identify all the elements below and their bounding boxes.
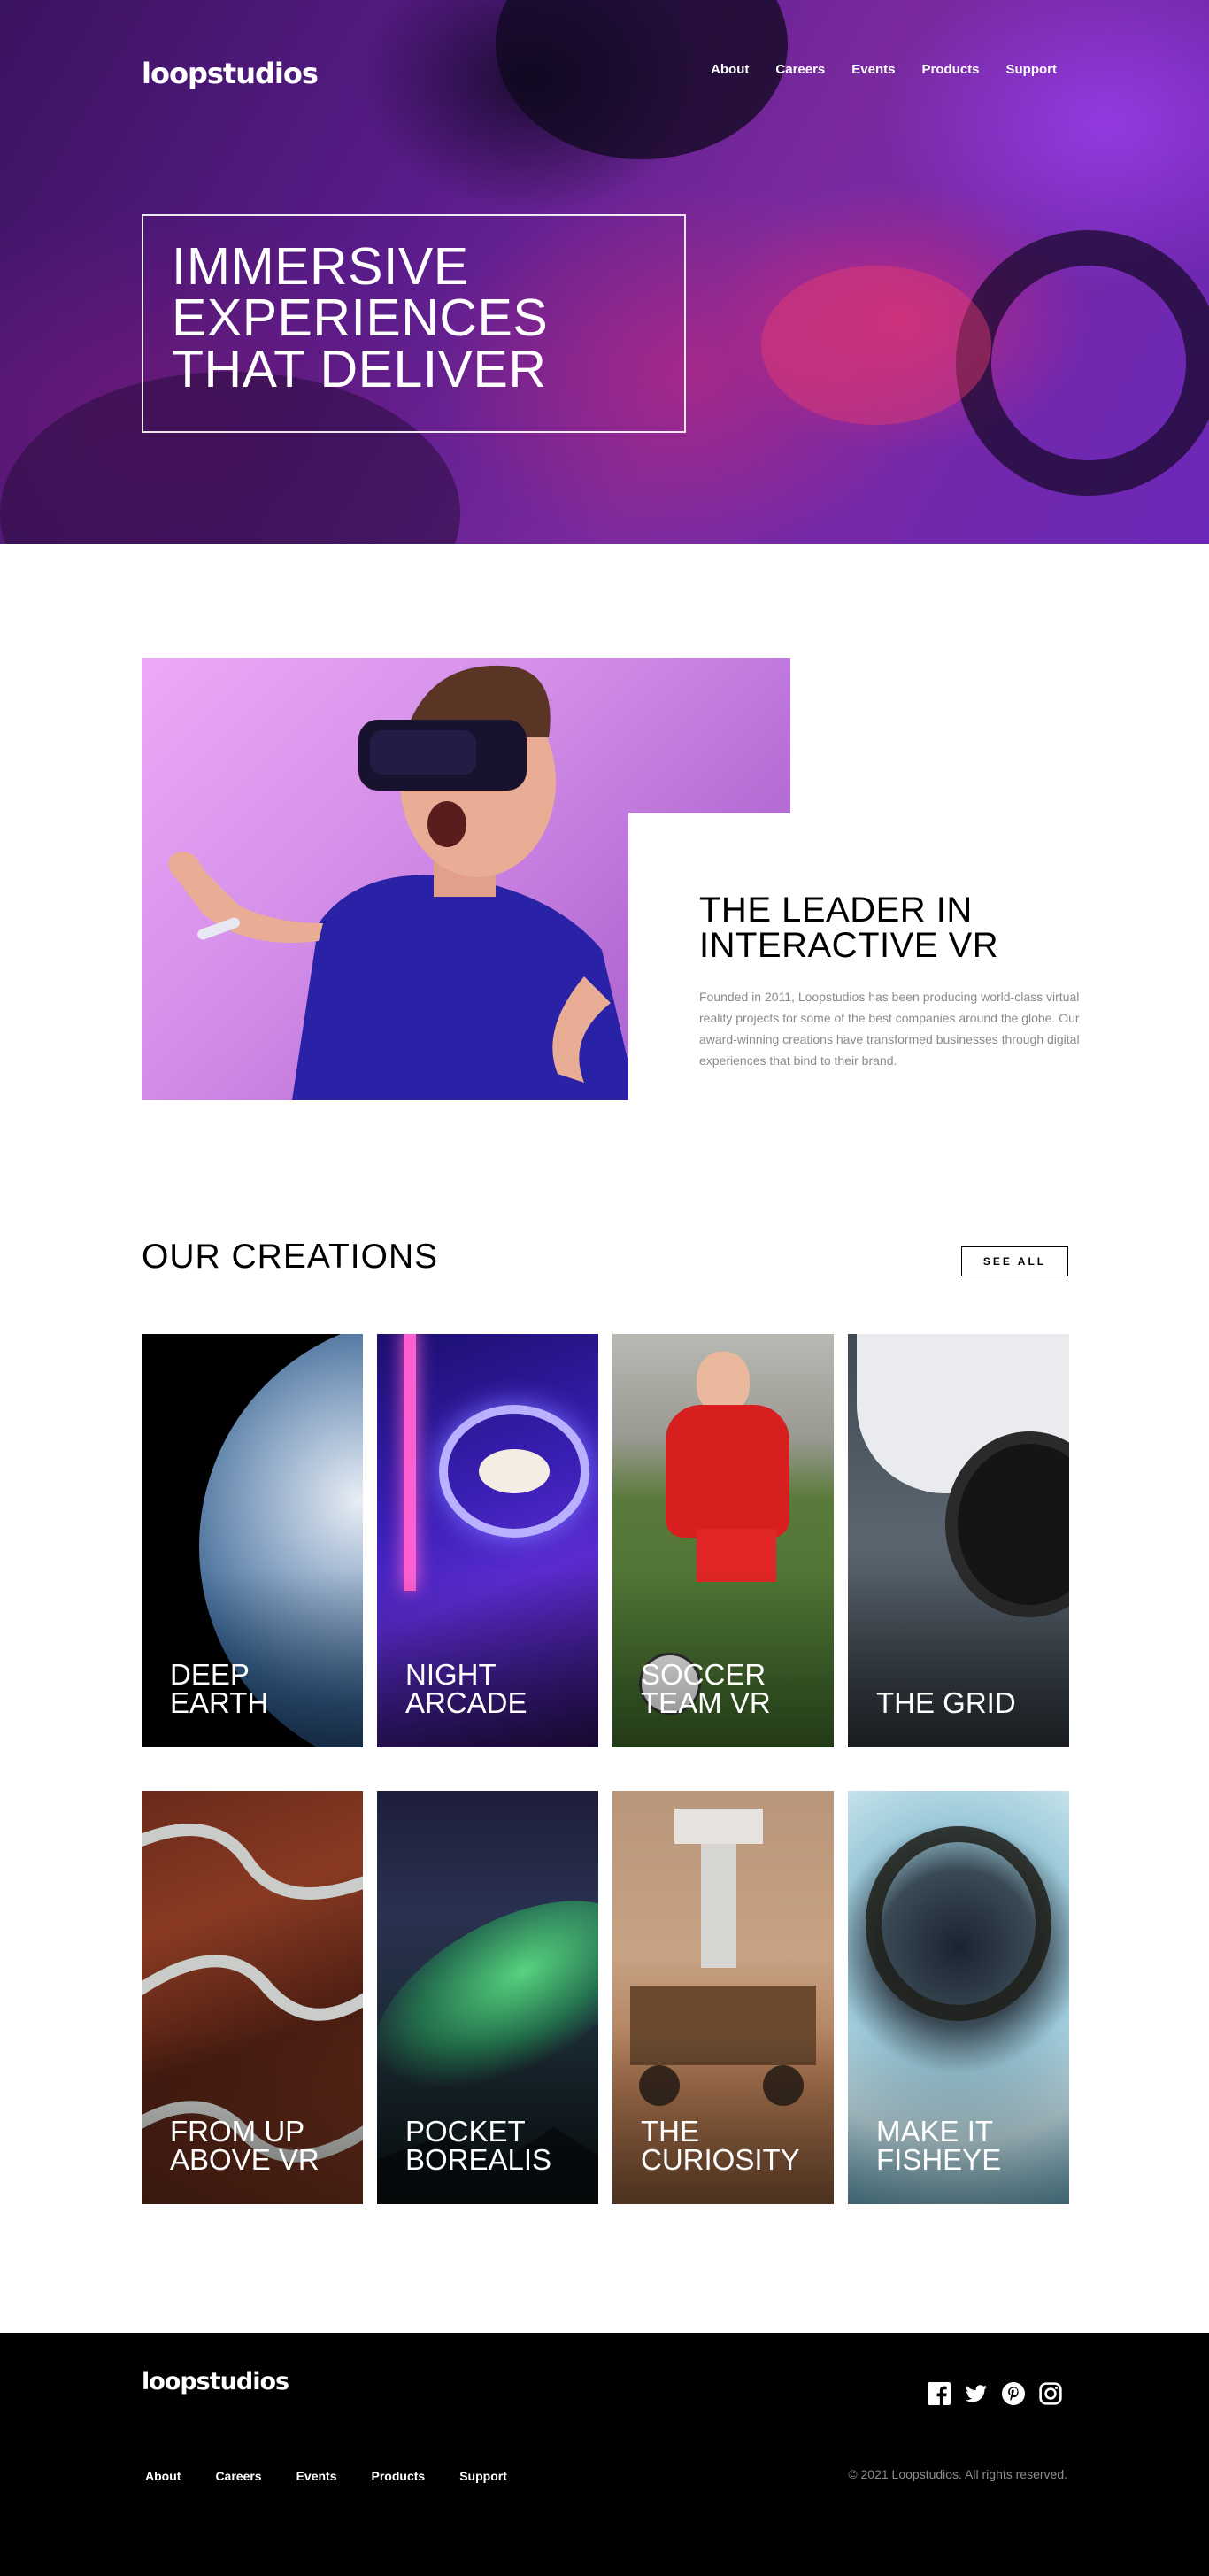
hero-photo-shape <box>956 230 1209 496</box>
intro-title: THE LEADER IN INTERACTIVE VR <box>699 892 1124 963</box>
card-label-line: POCKET <box>405 2115 526 2148</box>
creation-card-label: DEEP EARTH <box>170 1658 354 1719</box>
hero-photo-shape <box>761 266 991 425</box>
card-label-line: BOREALIS <box>405 2143 552 2176</box>
rover-camera-shape <box>674 1809 763 1844</box>
hero-photo-shape <box>496 0 788 159</box>
card-label-line: EARTH <box>170 1686 269 1719</box>
creation-card-label: NIGHT ARCADE <box>405 1658 589 1719</box>
footer-nav: About Careers Events Products Support <box>145 2469 542 2483</box>
hero-title-line: EXPERIENCES <box>172 289 549 347</box>
card-label-line: THE <box>641 2115 699 2148</box>
hero-title-line: IMMERSIVE <box>172 237 469 296</box>
creation-card-label: FROM UP ABOVE VR <box>170 2117 354 2174</box>
card-label-line: DEEP <box>170 1658 250 1691</box>
see-all-button[interactable]: SEE ALL <box>961 1246 1068 1276</box>
copyright-text: © 2021 Loopstudios. All rights reserved. <box>848 2467 1067 2481</box>
creation-card-label: SOCCER TEAM VR <box>641 1658 825 1719</box>
footer-nav-products[interactable]: Products <box>372 2469 426 2483</box>
creation-card-night-arcade[interactable]: NIGHT ARCADE <box>377 1334 598 1747</box>
card-label-line: ARCADE <box>405 1686 527 1719</box>
creation-card-from-up-above-vr[interactable]: FROM UP ABOVE VR <box>142 1791 363 2204</box>
card-label-line: SOCCER <box>641 1658 766 1691</box>
player-shirt-shape <box>666 1405 789 1538</box>
creation-card-label: POCKET BOREALIS <box>405 2117 589 2174</box>
creation-card-soccer-team-vr[interactable]: SOCCER TEAM VR <box>612 1334 834 1747</box>
social-links <box>928 2382 1062 2405</box>
creation-card-label: THE CURIOSITY <box>641 2117 825 2174</box>
nav-item-about[interactable]: About <box>711 62 749 77</box>
creation-card-label: THE GRID <box>876 1686 1060 1719</box>
intro-title-line: THE LEADER IN <box>699 891 973 929</box>
creation-card-deep-earth[interactable]: DEEP EARTH <box>142 1334 363 1747</box>
hero-title: IMMERSIVE EXPERIENCES THAT DELIVER <box>172 237 656 398</box>
card-label-line: NIGHT <box>405 1658 497 1691</box>
arcade-light-shape <box>404 1334 416 1591</box>
facebook-icon[interactable] <box>928 2382 951 2405</box>
footer: loopstudios About Careers Events Product… <box>0 2333 1209 2576</box>
card-label-line: ABOVE VR <box>170 2143 320 2176</box>
pinterest-icon[interactable] <box>1002 2382 1025 2405</box>
card-label-line: FISHEYE <box>876 2143 1002 2176</box>
hero-title-line: THAT DELIVER <box>172 340 547 398</box>
card-label-line: CURIOSITY <box>641 2143 800 2176</box>
creations-title: OUR CREATIONS <box>142 1238 439 1276</box>
twitter-icon[interactable] <box>965 2382 988 2405</box>
arcade-target-shape <box>479 1449 550 1493</box>
card-label-line: THE GRID <box>876 1686 1016 1719</box>
nav-item-products[interactable]: Products <box>921 62 979 77</box>
main-nav: About Careers Events Products Support <box>684 62 1057 77</box>
fisheye-ring-shape <box>866 1826 1051 2021</box>
footer-nav-about[interactable]: About <box>145 2469 181 2483</box>
nav-item-support[interactable]: Support <box>1006 62 1058 77</box>
intro-text: Founded in 2011, Loopstudios has been pr… <box>699 990 1080 1068</box>
card-label-line: FROM UP <box>170 2115 305 2148</box>
footer-nav-careers[interactable]: Careers <box>215 2469 261 2483</box>
creation-card-the-grid[interactable]: THE GRID <box>848 1334 1069 1747</box>
footer-logo[interactable]: loopstudios <box>142 2368 289 2395</box>
hero-section: loopstudios About Careers Events Product… <box>0 0 1209 544</box>
footer-nav-support[interactable]: Support <box>459 2469 507 2483</box>
footer-nav-events[interactable]: Events <box>296 2469 337 2483</box>
instagram-icon[interactable] <box>1039 2382 1062 2405</box>
brand-logo[interactable]: loopstudios <box>142 57 319 90</box>
hero-headline-box: IMMERSIVE EXPERIENCES THAT DELIVER <box>142 214 686 433</box>
nav-item-events[interactable]: Events <box>851 62 895 77</box>
creation-card-label: MAKE IT FISHEYE <box>876 2117 1060 2174</box>
card-label-line: MAKE IT <box>876 2115 994 2148</box>
creation-card-pocket-borealis[interactable]: POCKET BOREALIS <box>377 1791 598 2204</box>
card-shade <box>848 1570 1069 1747</box>
intro-title-line: INTERACTIVE VR <box>699 926 999 965</box>
nav-item-careers[interactable]: Careers <box>775 62 825 77</box>
intro-panel: THE LEADER IN INTERACTIVE VR Founded in … <box>628 813 1124 1114</box>
creation-card-make-it-fisheye[interactable]: MAKE IT FISHEYE <box>848 1791 1069 2204</box>
creation-card-the-curiosity[interactable]: THE CURIOSITY <box>612 1791 834 2204</box>
card-label-line: TEAM VR <box>641 1686 771 1719</box>
